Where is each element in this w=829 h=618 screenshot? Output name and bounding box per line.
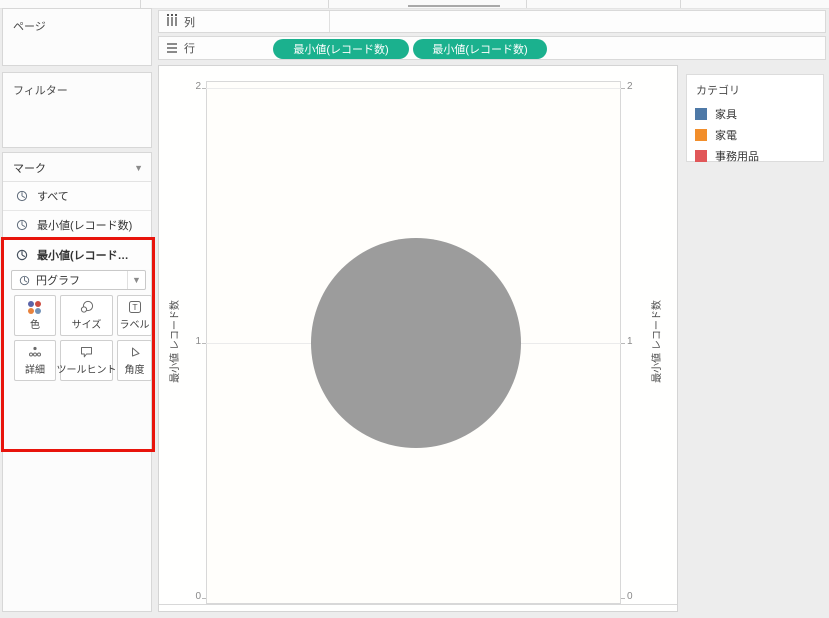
color-button[interactable]: 色 [14,295,56,336]
size-button[interactable]: サイズ [60,295,113,336]
left-axis-tick-0: 0 [195,591,201,602]
pill-min-record-count-1[interactable]: 最小値(レコード数) [273,39,409,59]
right-axis-title: 最小値 レコード数 [651,299,663,383]
pages-shelf-label: ページ [13,21,46,33]
pie-mark-icon [16,219,28,231]
worksheet-canvas[interactable]: 最小値 レコード数 2 1 0 最小値 レコード数 2 1 0 [158,65,678,612]
legend-item-appliances[interactable]: 家電 [687,124,823,145]
marks-tab-measure-1[interactable]: 最小値(レコード数) [3,211,151,240]
label-button[interactable]: T ラベル [117,295,152,336]
tooltip-button-label: ツールヒント [56,365,117,376]
divider [408,5,500,7]
angle-button[interactable]: 角度 [117,340,152,381]
tick-mark [202,343,206,344]
rows-shelf[interactable]: 行 最小値(レコード数) 最小値(レコード数) [158,36,826,60]
color-icon [28,300,42,314]
color-button-label: 色 [30,319,40,331]
divider [140,0,141,8]
divider [526,0,527,8]
size-button-label: サイズ [71,320,102,331]
color-legend-card[interactable]: カテゴリ 家具 家電 事務用品 [686,74,824,163]
legend-item-label: 事務用品 [715,150,759,163]
marks-tab-label: 最小値(レコード数) [37,220,133,232]
legend-item-label: 家電 [715,129,737,142]
filters-shelf-card[interactable]: フィルター [2,72,152,148]
marks-card-title: マーク [13,163,46,175]
rows-shelf-label: 行 [184,43,195,55]
left-axis-title: 最小値 レコード数 [169,299,181,383]
gridline-2 [206,88,621,89]
left-axis-tick-1: 1 [195,336,201,347]
legend-swatch [695,149,707,162]
tooltip-icon [81,347,92,358]
pie-mark-icon [19,275,30,285]
columns-icon [167,17,177,26]
mark-type-dropdown[interactable]: 円グラフ ▼ [11,270,146,290]
right-axis-tick-2: 2 [627,81,633,92]
label-icon: T [128,301,141,313]
tick-mark [202,88,206,89]
marks-tab-label: 最小値(レコード… [37,249,129,262]
divider [680,0,681,8]
size-icon [80,300,94,313]
legend-swatch [695,107,707,120]
label-button-label: ラベル [119,320,150,331]
svg-text:T: T [132,302,137,312]
tick-mark [621,343,625,344]
legend-title: カテゴリ [696,85,740,97]
marks-tab-all[interactable]: すべて [3,182,151,211]
columns-shelf[interactable]: 列 [158,10,826,33]
detail-button-label: 詳細 [25,365,45,376]
pill-min-record-count-2[interactable]: 最小値(レコード数) [413,39,547,59]
filters-shelf-label: フィルター [13,85,68,97]
pages-shelf-card[interactable]: ページ [2,8,152,66]
detail-icon [29,346,41,357]
right-axis-tick-1: 1 [627,336,633,347]
pie-chart-mark[interactable] [311,238,521,448]
right-axis-tick-0: 0 [627,591,633,602]
angle-icon [131,347,139,357]
legend-item-office-supplies[interactable]: 事務用品 [687,145,823,166]
tooltip-button[interactable]: ツールヒント [57,340,117,381]
marks-buttons-grid: 色 サイズ T ラベル 詳細 ツールヒント 角度 [14,295,152,381]
marks-tab-measure-2-active[interactable]: 最小値(レコード… [3,240,151,269]
tick-mark [621,598,625,599]
chevron-down-icon[interactable]: ▼ [134,163,143,173]
marks-card-header[interactable]: マーク ▼ [3,153,151,182]
axis-baseline [159,604,677,605]
chevron-down-icon[interactable]: ▼ [127,271,145,289]
columns-shelf-label: 列 [184,16,195,29]
tick-mark [202,598,206,599]
legend-item-furniture[interactable]: 家具 [687,103,823,124]
marks-card: マーク ▼ すべて 最小値(レコード数) 最小値(レコード… 円グラフ ▼ 色 … [2,152,152,612]
legend-swatch [695,128,707,141]
divider [328,0,329,8]
tick-mark [621,88,625,89]
marks-tab-label: すべて [37,191,69,203]
legend-item-label: 家具 [715,108,737,121]
pie-mark-icon [16,190,28,202]
pie-mark-icon [16,249,28,260]
divider [329,11,330,32]
rows-icon [167,43,177,53]
left-axis-tick-2: 2 [195,81,201,92]
detail-button[interactable]: 詳細 [14,340,56,381]
angle-button-label: 角度 [124,365,145,376]
mark-type-value: 円グラフ [36,275,80,287]
